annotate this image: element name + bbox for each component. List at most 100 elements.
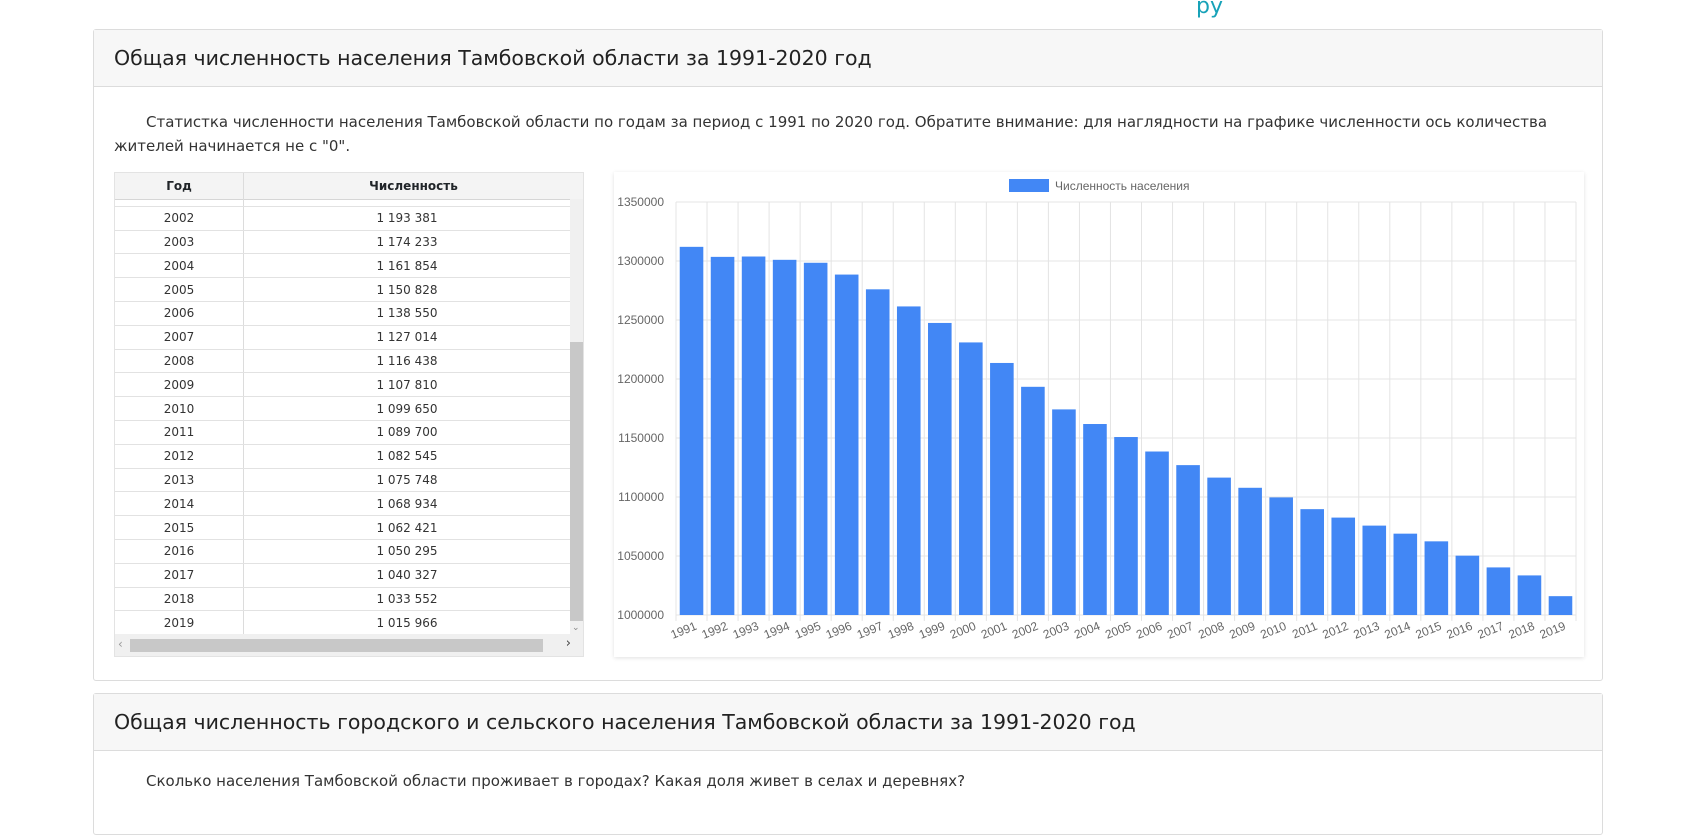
y-tick-label: 1200000	[617, 372, 664, 386]
row-population: 1 127 014	[376, 330, 438, 345]
table-body[interactable]: 20011 213 59120021 193 38120031 174 2332…	[115, 199, 570, 634]
population-table: Год Численность 20011 213 5912002 1 193 3…	[114, 172, 584, 657]
card-description: Статистка численности населения Тамбовск…	[114, 113, 1548, 155]
table-row: 2007 1 127 014	[115, 325, 570, 350]
bar	[1455, 555, 1480, 615]
x-tick-label: 1998	[886, 619, 916, 642]
table-row: 2006 1 138 550	[115, 301, 570, 326]
vertical-scroll-thumb[interactable]	[570, 342, 583, 621]
header-year[interactable]: Год	[115, 173, 244, 199]
y-tick-label: 1050000	[617, 549, 664, 563]
x-tick-label: 1992	[700, 619, 730, 642]
x-tick-label: 2001	[979, 619, 1009, 642]
bar	[1238, 487, 1262, 615]
x-tick-label: 2017	[1476, 619, 1506, 642]
bar	[1269, 497, 1293, 615]
scroll-right-icon[interactable]: ›	[566, 636, 571, 651]
y-tick-label: 1000000	[617, 608, 664, 622]
row-year: 2002	[115, 206, 244, 230]
row-population: 1 193 381	[376, 211, 438, 226]
row-year: 2008	[115, 349, 244, 373]
x-tick-label: 2011	[1290, 619, 1319, 642]
scroll-down-icon[interactable]: ⌄	[572, 623, 580, 633]
row-year: 2015	[115, 516, 244, 539]
y-tick-label: 1150000	[618, 431, 664, 445]
bar	[1083, 424, 1107, 615]
y-tick-label: 1350000	[617, 195, 664, 209]
row-year: 2004	[115, 254, 244, 278]
bar	[741, 256, 766, 615]
table-row: 2016 1 050 295	[115, 539, 570, 564]
x-tick-label: 2004	[1072, 619, 1102, 642]
row-population: 1 040 327	[376, 568, 438, 583]
x-tick-label: 1999	[917, 619, 947, 642]
row-population: 1 174 233	[376, 234, 438, 249]
row-year: 2001	[115, 199, 244, 206]
scroll-left-icon[interactable]: ‹	[118, 637, 123, 651]
bar	[1362, 525, 1387, 615]
row-year: 2007	[115, 325, 244, 349]
bar	[1176, 465, 1200, 615]
row-year: 2016	[115, 539, 244, 563]
row-year: 2017	[115, 563, 244, 587]
legend-swatch	[1009, 179, 1049, 192]
table-row: 2003 1 174 233	[115, 230, 570, 255]
table-row: 2017 1 040 327	[115, 563, 570, 588]
row-year: 2005	[115, 278, 244, 301]
row-population: 1 116 438	[376, 353, 438, 368]
row-population: 1 161 854	[376, 258, 438, 273]
bar	[710, 256, 735, 615]
bar	[1145, 451, 1169, 615]
table-horizontal-scrollbar[interactable]: ‹ ›	[115, 634, 583, 656]
legend-label: Численность населения	[1055, 179, 1189, 193]
top-logo-fragment: ру	[1196, 0, 1223, 19]
row-population: 1 107 810	[376, 377, 438, 392]
bar	[803, 262, 828, 615]
bar	[1300, 509, 1324, 615]
y-tick-label: 1100000	[618, 490, 664, 504]
horizontal-scroll-thumb[interactable]	[130, 639, 543, 652]
header-population[interactable]: Численность	[244, 173, 583, 199]
x-tick-label: 2003	[1041, 619, 1071, 642]
x-tick-label: 1991	[669, 619, 699, 642]
x-tick-label: 2012	[1320, 619, 1350, 642]
bar	[772, 259, 797, 615]
table-row: 2019 1 015 966	[115, 611, 570, 634]
table-row: 2012 1 082 545	[115, 444, 570, 469]
x-tick-label: 2007	[1165, 619, 1195, 642]
bar	[928, 322, 952, 615]
x-tick-label: 1995	[793, 619, 823, 642]
bar	[679, 246, 704, 615]
row-population: 1 062 421	[376, 520, 438, 535]
population-bar-chart: 1000000 1050000 1100000 1150000 1200000 12500…	[617, 179, 1577, 642]
row-year: 2009	[115, 373, 244, 397]
x-tick-label: 2006	[1134, 619, 1164, 642]
bar	[1424, 541, 1449, 615]
x-tick-label: 2014	[1382, 619, 1412, 642]
row-population: 1 068 934	[376, 496, 438, 511]
bar	[1052, 409, 1076, 615]
table-row: 2004 1 161 854	[115, 254, 570, 279]
row-year: 2013	[115, 468, 244, 492]
x-tick-label: 2018	[1507, 619, 1537, 642]
bar	[1114, 437, 1138, 615]
x-tick-label: 2000	[948, 619, 978, 642]
row-population: 1 099 650	[376, 401, 438, 416]
bar	[1021, 386, 1045, 615]
urban-rural-card: Общая численность городского и сельского…	[93, 693, 1603, 835]
x-tick-label: 2010	[1258, 619, 1288, 642]
card2-title: Общая численность городского и сельского…	[94, 694, 1602, 751]
bar	[1517, 575, 1542, 615]
population-chart: 1000000 1050000 1100000 1150000 1200000 12500…	[614, 172, 1584, 657]
row-population: 1 075 748	[376, 472, 438, 487]
bar	[1207, 477, 1231, 615]
x-tick-label: 2015	[1413, 619, 1443, 642]
x-tick-label: 1997	[855, 619, 885, 642]
row-population: 1 089 700	[376, 425, 438, 440]
row-population: 1 082 545	[376, 449, 438, 464]
row-year: 2003	[115, 230, 244, 254]
bar	[959, 342, 983, 615]
table-vertical-scrollbar[interactable]: ⌄	[570, 199, 583, 634]
table-row: 2015 1 062 421	[115, 516, 570, 540]
x-tick-label: 2016	[1445, 619, 1475, 642]
